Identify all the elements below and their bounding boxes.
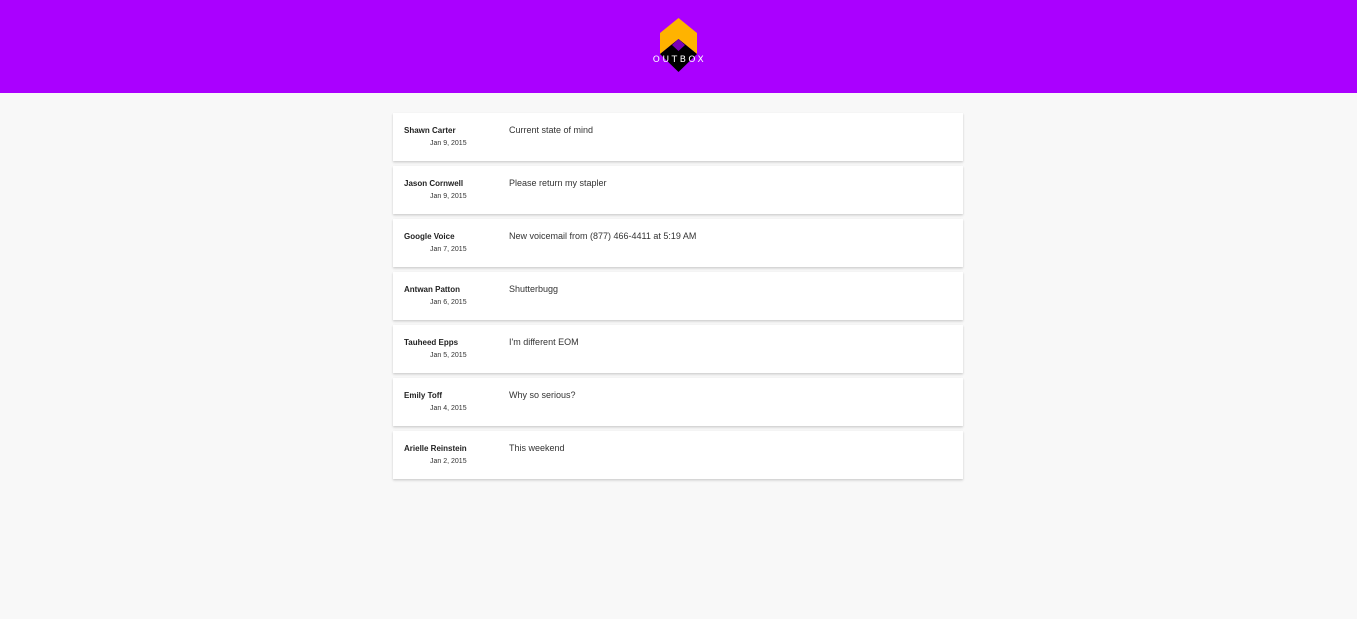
message-subject: New voicemail from (877) 466-4411 at 5:1… (509, 231, 697, 241)
message-sender: Emily Toff (404, 391, 443, 400)
message-list: Shawn Carter Jan 9, 2015 Current state o… (393, 113, 963, 484)
message-item[interactable]: Shawn Carter Jan 9, 2015 Current state o… (393, 113, 963, 161)
message-item[interactable]: Jason Cornwell Jan 9, 2015 Please return… (393, 166, 963, 214)
message-item[interactable]: Antwan Patton Jan 6, 2015 Shutterbugg (393, 272, 963, 320)
message-sender: Jason Cornwell (404, 179, 464, 188)
message-subject: Please return my stapler (509, 178, 607, 188)
message-subject: I'm different EOM (509, 337, 579, 347)
message-sender: Tauheed Epps (404, 338, 459, 347)
app-header: OUTBOX (0, 0, 1357, 93)
message-date: Jan 2, 2015 (430, 458, 467, 465)
outbox-logo[interactable]: OUTBOX (650, 18, 707, 74)
message-date: Jan 7, 2015 (430, 246, 467, 253)
message-subject: Shutterbugg (509, 284, 559, 294)
message-item[interactable]: Tauheed Epps Jan 5, 2015 I'm different E… (393, 325, 963, 373)
message-date: Jan 5, 2015 (430, 352, 467, 359)
message-sender: Antwan Patton (404, 285, 460, 294)
message-sender: Arielle Reinstein (404, 444, 467, 453)
message-item[interactable]: Google Voice Jan 7, 2015 New voicemail f… (393, 219, 963, 267)
message-date: Jan 6, 2015 (430, 299, 467, 306)
logo-text: OUTBOX (652, 55, 707, 65)
message-date: Jan 9, 2015 (430, 193, 467, 200)
message-date: Jan 9, 2015 (430, 140, 467, 147)
message-item[interactable]: Emily Toff Jan 4, 2015 Why so serious? (393, 378, 963, 426)
message-sender: Google Voice (404, 232, 455, 241)
outbox-logo-icon (660, 18, 697, 72)
message-subject: Why so serious? (509, 390, 576, 400)
message-subject: This weekend (509, 443, 565, 453)
message-sender: Shawn Carter (404, 126, 456, 135)
message-date: Jan 4, 2015 (430, 405, 467, 412)
message-subject: Current state of mind (509, 125, 594, 135)
message-item[interactable]: Arielle Reinstein Jan 2, 2015 This weeke… (393, 431, 963, 479)
